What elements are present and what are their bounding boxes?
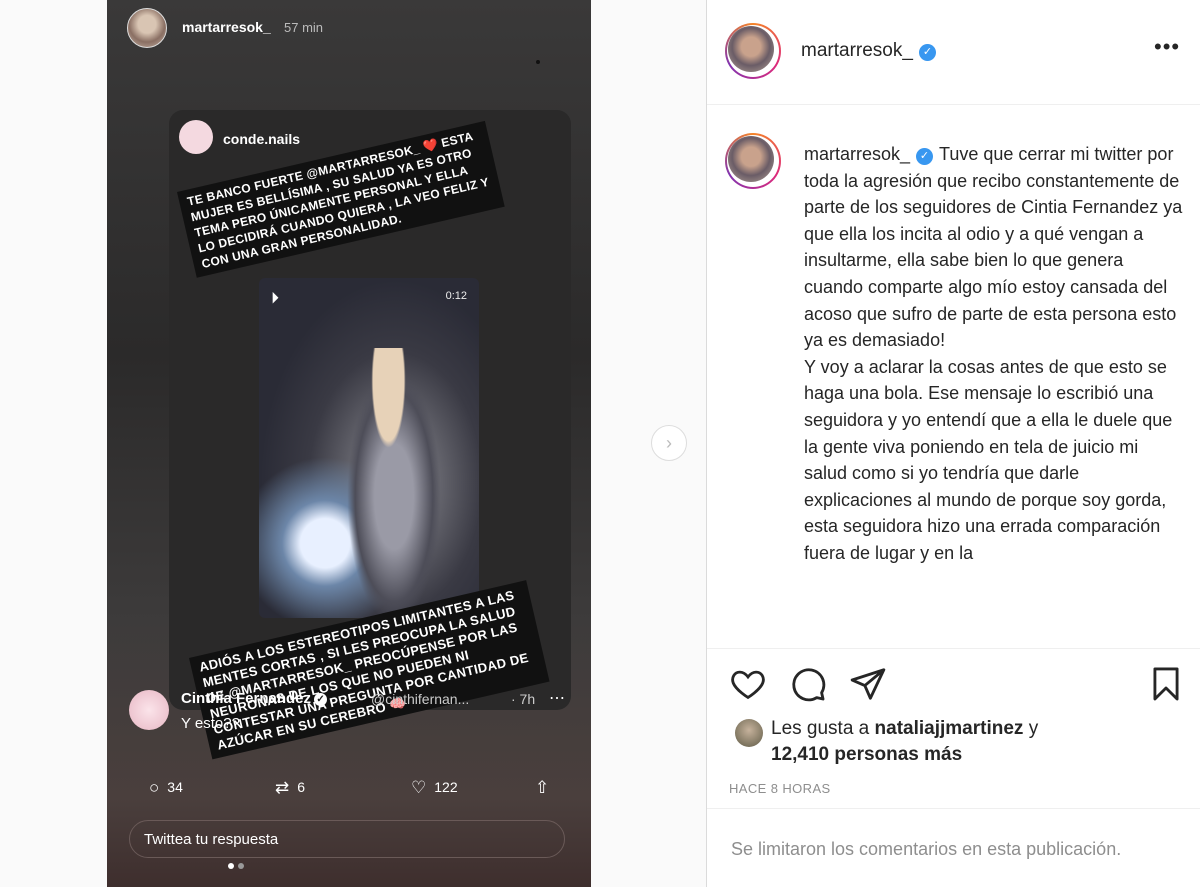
tweet-actions: ○ 34 ⇄ 6 ♡ 122 ⇧ (149, 778, 569, 800)
retweet-icon: ⇄ (275, 778, 290, 797)
upload-icon: ⇧ (535, 778, 550, 797)
header-avatar[interactable] (725, 23, 781, 79)
header-username[interactable]: martarresok_ ✓ (801, 40, 936, 62)
divider (707, 104, 1200, 105)
comments-limited-notice: Se limitaron los comentarios en esta pub… (731, 839, 1122, 859)
divider (707, 808, 1200, 809)
post-actions (729, 665, 1189, 705)
verified-icon: ✓ (916, 148, 934, 165)
reply-icon: ○ (149, 778, 160, 797)
reels-icon: ⏵ (271, 290, 280, 307)
video-figure (339, 348, 449, 618)
tweet-time: · 7h (511, 691, 536, 707)
heart-icon: ♡ (411, 778, 427, 797)
likes-avatar[interactable] (735, 719, 763, 747)
reply-button[interactable]: ○ 34 (149, 778, 183, 798)
tweet-overlay: Cinthia Fernandez ✓ @cinthifernan... · 7h… (119, 682, 579, 872)
post-time[interactable]: HACE 8 HORAS (729, 781, 831, 796)
video-duration: 0:12 (445, 290, 467, 302)
tweet-avatar[interactable] (129, 690, 169, 730)
likes-prefix: Les gusta a (771, 718, 870, 739)
tweet-text: Y esto?? (181, 715, 240, 732)
tweet-like-button[interactable]: ♡ 122 (411, 778, 458, 798)
retweet-count: 6 (297, 779, 306, 795)
story-avatar[interactable] (127, 8, 167, 48)
reply-count: 34 (167, 779, 183, 795)
likes-count[interactable]: 12,410 personas más (771, 744, 962, 765)
comment-icon[interactable] (789, 665, 827, 703)
likes-user[interactable]: nataliajjmartinez (875, 718, 1024, 739)
upload-button[interactable]: ⇧ (535, 778, 557, 798)
save-bookmark-icon[interactable] (1147, 665, 1185, 703)
caption-username[interactable]: martarresok_ (804, 144, 910, 164)
caption-text: Tuve que cerrar mi twitter por toda la a… (804, 144, 1183, 563)
share-icon[interactable] (849, 665, 887, 703)
pager-dot-active (228, 863, 234, 869)
story-stage: martarresok_ 57 min conde.nails ⏵ 0:12 T… (0, 0, 706, 887)
story-view[interactable]: martarresok_ 57 min conde.nails ⏵ 0:12 T… (107, 0, 591, 887)
likes-summary: Les gusta a nataliajjmartinez y 12,410 pe… (771, 716, 1171, 768)
tweet-handle: @cinthifernan... (371, 691, 470, 707)
verified-icon: ✓ (314, 693, 328, 706)
tweet-like-count: 122 (434, 779, 458, 795)
card-username: conde.nails (223, 131, 301, 147)
like-heart-icon[interactable] (729, 665, 767, 703)
post-panel: martarresok_ ✓ ••• martarresok_ ✓ Tuve que … (706, 0, 1200, 887)
more-options-icon[interactable]: ••• (1154, 34, 1180, 60)
caption-avatar[interactable] (725, 133, 781, 189)
post-caption: martarresok_ ✓ Tuve que cerrar mi twitter … (804, 141, 1184, 643)
likes-mid: y (1028, 718, 1039, 739)
tweet-author[interactable]: Cinthia Fernandez ✓ (181, 690, 328, 707)
repost-card: conde.nails ⏵ 0:12 TE BANCO FUERTE @MART… (169, 110, 571, 760)
more-options-icon[interactable]: ⋯ (549, 688, 565, 708)
divider (707, 648, 1200, 649)
story-dot (536, 60, 540, 64)
pager-dot (238, 863, 244, 869)
tweet-author-name: Cinthia Fernandez (181, 690, 312, 707)
reply-input[interactable]: Twittea tu respuesta (129, 820, 565, 858)
verified-icon: ✓ (918, 44, 936, 61)
next-arrow-icon[interactable]: › (651, 425, 687, 461)
reel-video[interactable]: ⏵ 0:12 (259, 278, 479, 618)
header-username-text: martarresok_ (801, 40, 913, 61)
story-time: 57 min (284, 20, 324, 35)
retweet-button[interactable]: ⇄ 6 (275, 778, 305, 798)
story-pager (228, 856, 248, 874)
story-username[interactable]: martarresok_ (182, 19, 271, 35)
card-avatar (179, 120, 213, 154)
